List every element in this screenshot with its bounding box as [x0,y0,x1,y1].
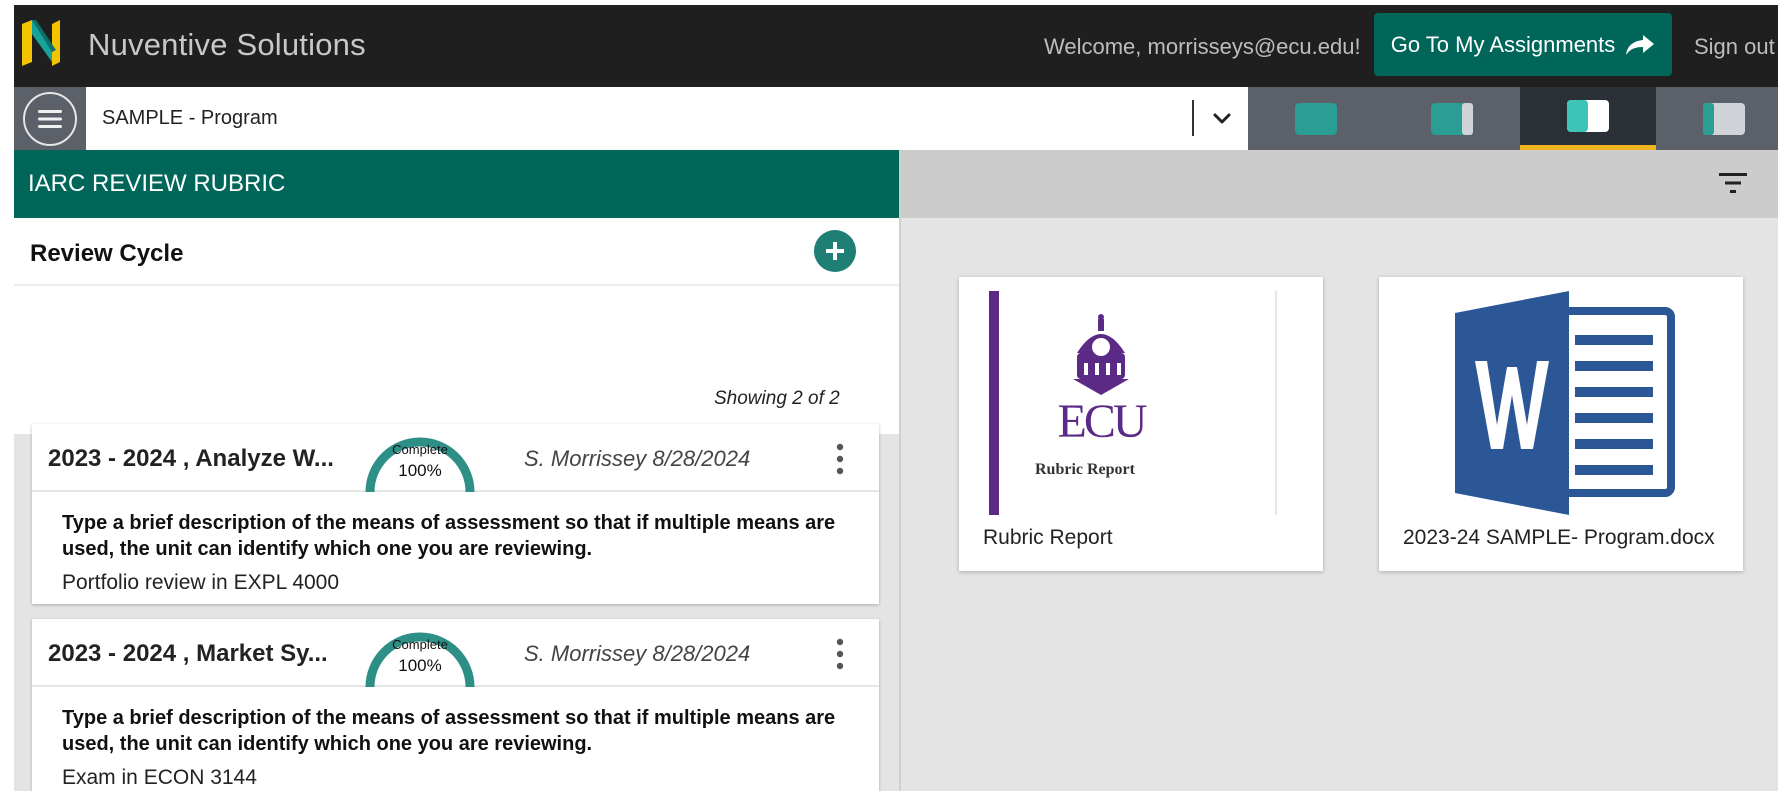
completion-gauge [365,437,475,492]
card-author-date: S. Morrissey 8/28/2024 [524,641,751,666]
layout-left-icon [1295,102,1337,135]
nuventive-logo-icon [22,20,60,66]
review-cycle-title: Review Cycle [30,240,184,267]
app-title: Nuventive Solutions [88,27,366,62]
card-header: 2023 - 2024 , Analyze W... Complete 100%… [32,424,879,492]
card-title: 2023 - 2024 , Analyze W... [48,445,334,472]
menu-button-wrapper [14,87,86,150]
layout-mostly-right-button[interactable] [1656,87,1778,150]
plus-icon [826,242,844,260]
status-label: Complete [392,442,448,457]
card-header: 2023 - 2024 , Market Sy... Complete 100%… [32,619,879,687]
status-percent: 100% [398,656,442,675]
ecu-logo-text: ECU [1058,395,1147,448]
review-card[interactable]: 2023 - 2024 , Analyze W... Complete 100%… [32,424,879,604]
document-label: Rubric Report [983,526,1113,549]
ecu-logo-icon: ECU Rubric Report [973,291,1309,515]
layout-split-icon [1567,100,1609,132]
layout-left-panel-button[interactable] [1248,87,1384,150]
program-select[interactable]: SAMPLE - Program [86,87,1248,150]
go-to-assignments-button[interactable]: Go To My Assignments [1374,13,1672,76]
filter-icon[interactable] [1718,170,1748,196]
card-author-date: S. Morrissey 8/28/2024 [524,446,751,471]
document-card-program-docx[interactable]: 2023-24 SAMPLE- Program.docx [1379,277,1743,571]
status-percent: 100% [398,461,442,480]
rubric-panel: IARC REVIEW RUBRIC Review Cycle Showing … [14,150,899,791]
card-answer: Portfolio review in EXPL 4000 [62,571,340,594]
add-review-button[interactable] [814,230,856,272]
showing-count: Showing 2 of 2 [714,388,840,409]
card-title: 2023 - 2024 , Market Sy... [48,640,328,667]
thumb-caption-text: Rubric Report [1035,461,1136,478]
share-arrow-icon [1626,34,1655,55]
assignments-button-label: Go To My Assignments [1390,31,1616,57]
document-label: 2023-24 SAMPLE- Program.docx [1403,526,1715,549]
layout-mostly-right-icon [1703,102,1745,135]
document-card-rubric-report[interactable]: ECU Rubric Report Rubric Report [959,277,1323,571]
program-select-value: SAMPLE - Program [102,107,278,129]
layout-mostly-left-button[interactable] [1384,87,1520,150]
layout-mostly-left-icon [1431,102,1473,135]
layout-split-button[interactable] [1520,87,1656,150]
sign-out-link[interactable]: Sign out [1694,34,1775,60]
card-answer: Exam in ECON 3144 [62,766,257,789]
hamburger-menu-button[interactable] [23,91,77,146]
documents-toolbar [901,150,1778,218]
section-divider [14,284,899,286]
status-label: Complete [392,637,448,652]
top-bar: Nuventive Solutions Welcome, morrisseys@… [14,5,1778,87]
more-options-icon[interactable] [832,442,848,476]
review-card[interactable]: 2023 - 2024 , Market Sy... Complete 100%… [32,619,879,791]
panel-title: IARC REVIEW RUBRIC [14,150,899,218]
completion-gauge [365,632,475,687]
navigation-bar: SAMPLE - Program [14,87,1778,150]
welcome-text: Welcome, morrisseys@ecu.edu! [1044,34,1361,59]
hamburger-icon [38,109,62,128]
select-divider [1192,100,1194,136]
more-options-icon[interactable] [832,637,848,671]
documents-panel: ECU Rubric Report Rubric Report 2023-24 … [899,150,1778,791]
card-question: Type a brief description of the means of… [62,707,836,755]
card-question: Type a brief description of the means of… [62,512,836,560]
chevron-down-icon[interactable] [1210,107,1234,131]
word-document-icon [1393,291,1729,515]
